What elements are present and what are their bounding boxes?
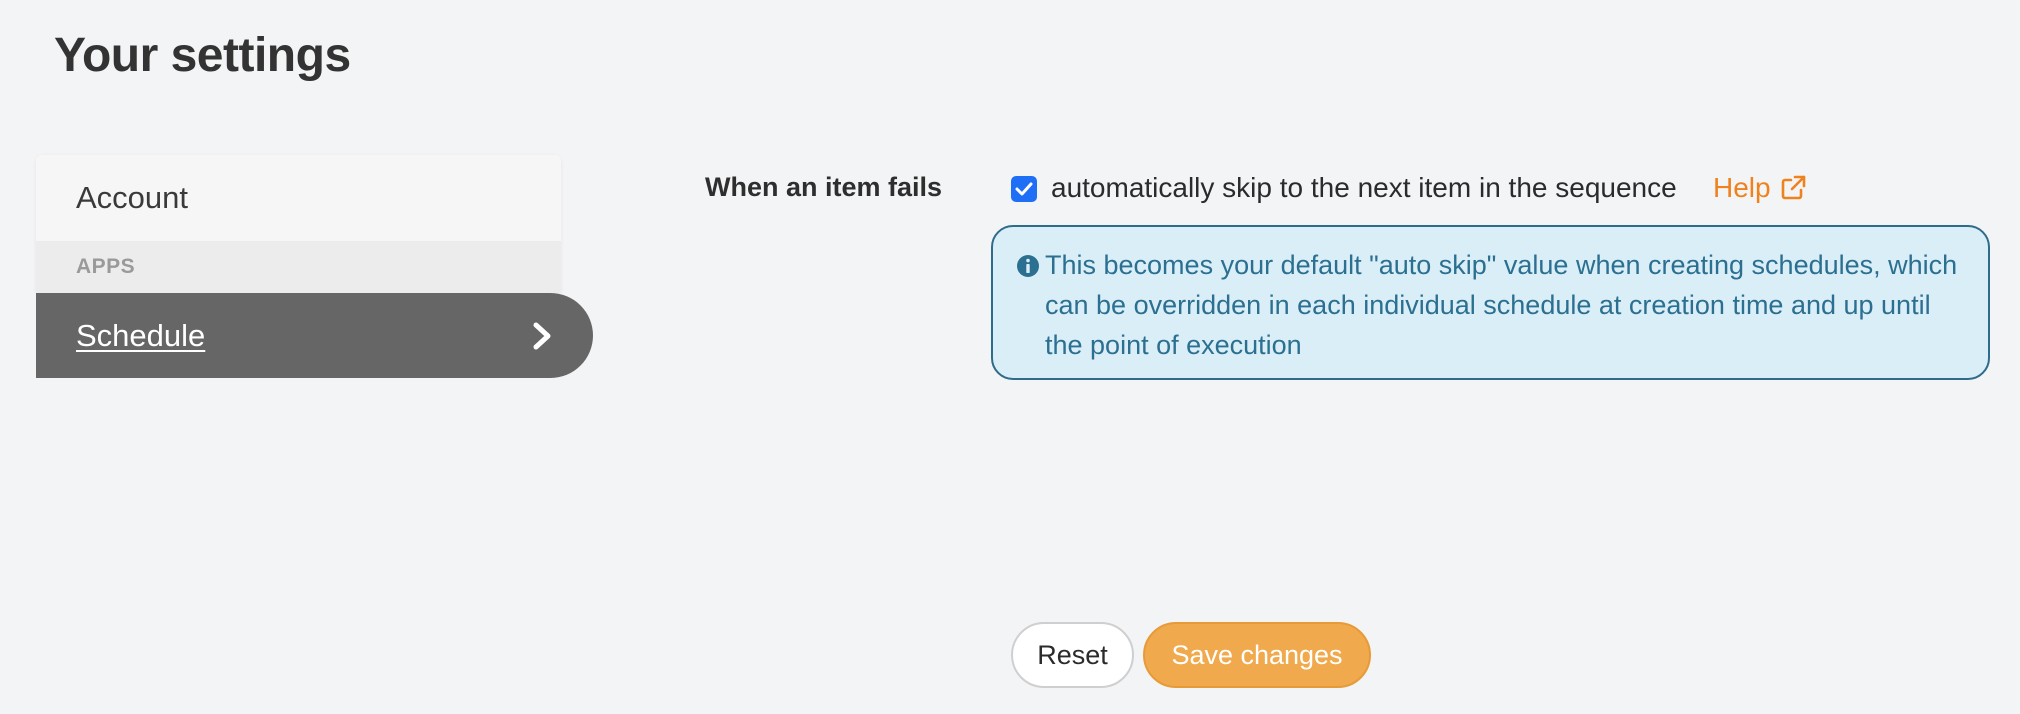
checkmark-icon xyxy=(1015,182,1033,196)
info-circle-icon xyxy=(1017,255,1039,277)
sidebar-item-account[interactable]: Account xyxy=(36,155,561,241)
save-changes-button[interactable]: Save changes xyxy=(1143,622,1371,688)
sidebar-item-label: Schedule xyxy=(76,317,206,353)
page-title: Your settings xyxy=(54,29,351,82)
sidebar-item-schedule[interactable]: Schedule xyxy=(36,293,593,378)
sidebar-section-label: APPS xyxy=(76,255,136,278)
external-link-icon xyxy=(1781,175,1805,200)
info-callout-text: This becomes your default "auto skip" va… xyxy=(1045,250,1958,360)
sidebar-card: Account APPS xyxy=(36,155,561,293)
settings-sidebar: Account APPS Schedule xyxy=(36,155,593,378)
auto-skip-checkbox[interactable] xyxy=(1011,176,1037,202)
sidebar-item-label: Account xyxy=(76,180,189,215)
reset-button[interactable]: Reset xyxy=(1011,622,1134,688)
chevron-right-icon xyxy=(529,319,557,353)
setting-label-item-fails: When an item fails xyxy=(705,172,943,202)
help-link[interactable]: Help xyxy=(1713,172,1807,204)
sidebar-section-apps: APPS xyxy=(36,241,561,293)
info-callout: This becomes your default "auto skip" va… xyxy=(991,225,1990,380)
auto-skip-checkbox-label[interactable]: automatically skip to the next item in t… xyxy=(1051,172,1677,204)
help-link-label: Help xyxy=(1713,172,1771,203)
